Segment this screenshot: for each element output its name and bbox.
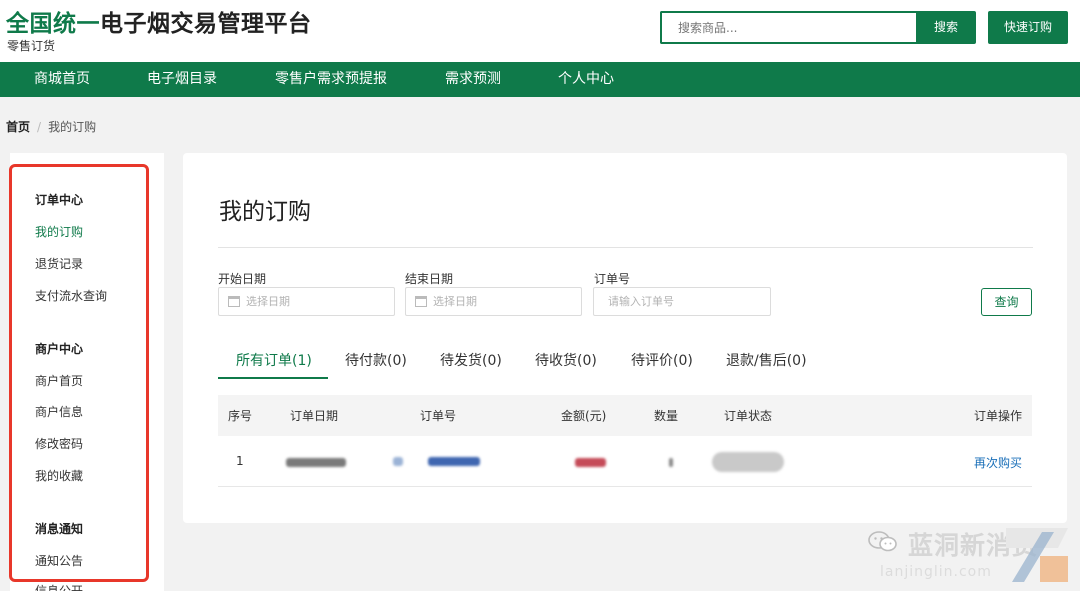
search-box[interactable] <box>660 11 916 44</box>
breadcrumb: 首页 / 我的订购 <box>6 118 96 135</box>
end-date-field[interactable]: 选择日期 <box>405 287 582 316</box>
nav-item-ecig-catalog[interactable]: 电子烟目录 <box>147 62 217 97</box>
breadcrumb-current: 我的订购 <box>48 120 97 134</box>
table-header <box>218 395 1032 436</box>
title-divider <box>218 247 1033 248</box>
watermark-url: lanjinglin.com <box>880 564 992 580</box>
column-header-order-no: 订单号 <box>420 409 457 423</box>
page-title: 我的订购 <box>219 199 311 225</box>
tab-pending-shipment[interactable]: 待发货(0) <box>440 350 502 370</box>
column-header-index: 序号 <box>228 409 253 423</box>
tab-pending-review[interactable]: 待评价(0) <box>631 350 693 370</box>
redacted-order-status <box>712 452 784 472</box>
search-input[interactable] <box>662 13 916 42</box>
order-no-label: 订单号 <box>594 272 631 286</box>
redacted-amount <box>575 458 606 467</box>
order-no-placeholder: 请输入订单号 <box>608 295 674 308</box>
tab-refund-aftersale[interactable]: 退款/售后(0) <box>726 350 807 370</box>
order-no-field[interactable]: 请输入订单号 <box>593 287 771 316</box>
breadcrumb-home[interactable]: 首页 <box>6 120 30 134</box>
tab-pending-receipt[interactable]: 待收货(0) <box>535 350 597 370</box>
column-header-status: 订单状态 <box>724 409 773 423</box>
platform-title: 全国统一电子烟交易管理平台 <box>6 4 312 38</box>
nav-item-mall-home[interactable]: 商城首页 <box>34 62 90 97</box>
nav-item-demand-report[interactable]: 零售户需求预提报 <box>275 62 387 97</box>
column-header-order-date: 订单日期 <box>290 409 339 423</box>
sidebar-item-disclosure[interactable]: 信息公开 <box>35 582 83 591</box>
search-button[interactable]: 搜索 <box>916 11 976 44</box>
redacted-order-no-prefix <box>393 457 403 466</box>
calendar-icon <box>415 295 427 307</box>
start-date-field[interactable]: 选择日期 <box>218 287 395 316</box>
calendar-icon <box>228 295 240 307</box>
breadcrumb-separator: / <box>37 120 42 134</box>
platform-subtitle: 零售订货 <box>7 39 56 53</box>
redacted-order-no <box>428 457 480 466</box>
wechat-icon <box>868 531 897 552</box>
end-date-label: 结束日期 <box>405 272 454 286</box>
tab-all-orders[interactable]: 所有订单(1) <box>236 350 312 370</box>
tab-pending-payment[interactable]: 待付款(0) <box>345 350 407 370</box>
main-panel <box>183 153 1067 523</box>
redacted-quantity <box>669 458 673 467</box>
main-nav: 商城首页 电子烟目录 零售户需求预提报 需求预测 个人中心 <box>0 62 1080 97</box>
query-button[interactable]: 查询 <box>981 288 1032 316</box>
active-tab-indicator <box>218 377 328 379</box>
reorder-link[interactable]: 再次购买 <box>974 454 1022 471</box>
platform-title-accent: 全国统一 <box>6 11 100 37</box>
nav-item-demand-forecast[interactable]: 需求预测 <box>445 62 501 97</box>
column-header-quantity: 数量 <box>654 409 679 423</box>
nav-item-personal-center[interactable]: 个人中心 <box>558 62 614 97</box>
start-date-placeholder: 选择日期 <box>246 295 290 308</box>
platform-title-rest: 电子烟交易管理平台 <box>100 11 312 37</box>
quick-order-button[interactable]: 快速订购 <box>988 11 1068 44</box>
table-row-index: 1 <box>236 454 244 468</box>
sidebar-highlight-frame <box>9 164 149 582</box>
row-divider <box>218 486 1032 487</box>
column-header-actions: 订单操作 <box>974 409 1023 423</box>
column-header-amount: 金额(元) <box>561 409 607 423</box>
end-date-placeholder: 选择日期 <box>433 295 477 308</box>
start-date-label: 开始日期 <box>218 272 267 286</box>
watermark-logo <box>1006 528 1068 582</box>
redacted-order-date <box>286 458 346 467</box>
top-header: 全国统一电子烟交易管理平台 零售订货 搜索 快速订购 <box>0 0 1080 62</box>
